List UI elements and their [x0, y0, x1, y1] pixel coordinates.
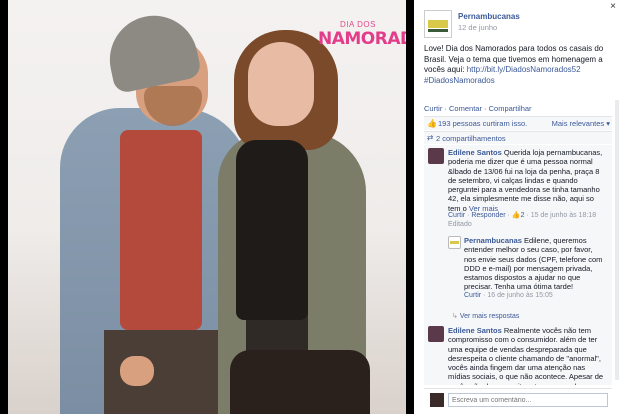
likes-count[interactable]: 193 pessoas curtiram isso. [438, 119, 527, 128]
comment-author[interactable]: Edilene Santos [448, 326, 502, 335]
woman-scarf [236, 140, 308, 320]
reply-date[interactable]: 16 de junho às 15:05 [487, 292, 552, 299]
woman-face [248, 42, 314, 126]
campaign-logo: DIA DOS NAMORADOS [318, 20, 406, 49]
comment-author[interactable]: Edilene Santos [448, 148, 502, 157]
comment-edited[interactable]: Editado [448, 221, 472, 228]
reply-meta: Curtir · 16 de junho às 15:05 [464, 292, 553, 299]
reply-author-avatar[interactable] [448, 236, 461, 249]
more-replies-link[interactable]: ↳ Ver mais respostas [452, 312, 519, 320]
shares-summary: ⇄ 2 compartilhamentos [424, 131, 612, 144]
comment-like-number: 2 [520, 212, 525, 219]
post-photo[interactable]: DIA DOS NAMORADOS [8, 0, 406, 414]
campaign-logo-main: NAMORADOS [318, 29, 406, 49]
reply-arrow-icon: ↳ [452, 313, 458, 320]
shares-count[interactable]: 2 compartilhamentos [436, 134, 506, 143]
photo-viewer: DIA DOS NAMORADOS [0, 0, 414, 414]
comment-text: Realmente vocês não tem compromisso com … [448, 326, 604, 385]
reply-text: Edilene, queremos entender melhor o seu … [464, 236, 603, 292]
comment-like-count[interactable]: 👍2 [512, 212, 525, 219]
post-text: Love! Dia dos Namorados para todos os ca… [424, 44, 614, 86]
comments-scrollbar[interactable] [615, 100, 619, 380]
thumbs-up-icon: 👍 [427, 119, 437, 128]
woman-skirt [230, 350, 370, 414]
comment-composer [424, 388, 612, 410]
post-side-panel: × Pernambucanas 12 de junho Love! Dia do… [414, 0, 620, 414]
comment-reply-link[interactable]: Responder [471, 212, 505, 219]
post-header: Pernambucanas 12 de junho [424, 10, 614, 40]
share-icon: ⇄ [427, 133, 434, 142]
comment-meta: Curtir · Responder · 👍2 · 15 de junho às… [448, 212, 597, 229]
page-name-link[interactable]: Pernambucanas [458, 12, 520, 21]
user-avatar [430, 393, 444, 407]
more-replies-label: Ver mais respostas [459, 313, 520, 320]
comment-like-link[interactable]: Curtir [448, 212, 465, 219]
comment-sort-dropdown[interactable]: Mais relevantes ▾ [552, 119, 610, 128]
share-action[interactable]: Compartilhar [489, 104, 532, 113]
commenter-avatar[interactable] [428, 148, 444, 164]
post-timestamp[interactable]: 12 de junho [458, 23, 497, 32]
man-shirt [120, 130, 202, 330]
post-hashtag[interactable]: #DiadosNamorados [424, 76, 495, 85]
comment-input[interactable] [448, 393, 608, 407]
man-hand [120, 356, 154, 386]
post-actions: Curtir · Comentar · Compartilhar [424, 104, 532, 113]
comment-list: Edilene Santos Querida loja pernambucana… [424, 145, 612, 385]
reply-like-link[interactable]: Curtir [464, 292, 481, 299]
reply-item: Pernambucanas Edilene, queremos entender… [444, 233, 610, 305]
reply-author[interactable]: Pernambucanas [464, 236, 522, 245]
page-avatar[interactable] [424, 10, 452, 38]
comment-item: Edilene Santos Realmente vocês não tem c… [424, 323, 612, 385]
post-link[interactable]: http://bit.ly/DiadosNamorados52 [467, 65, 581, 74]
comment-item: Edilene Santos Querida loja pernambucana… [424, 145, 612, 235]
campaign-logo-top: DIA DOS [340, 20, 376, 29]
commenter-avatar[interactable] [428, 326, 444, 342]
like-action[interactable]: Curtir [424, 104, 442, 113]
comment-action[interactable]: Comentar [449, 104, 482, 113]
likes-summary: 👍 193 pessoas curtiram isso. Mais releva… [424, 116, 612, 130]
comment-date[interactable]: 15 de junho às 18:18 [531, 212, 596, 219]
